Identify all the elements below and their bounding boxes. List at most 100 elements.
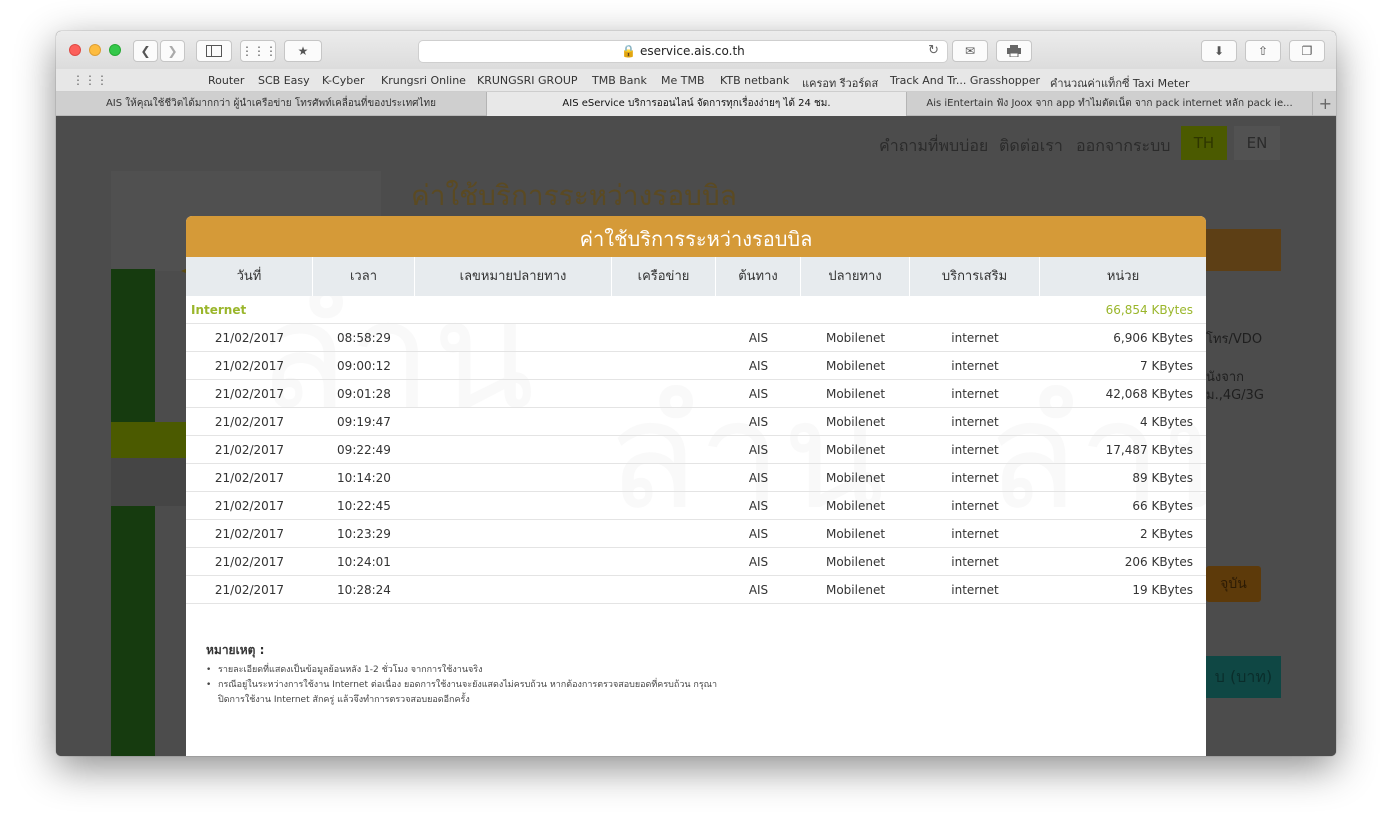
table-header: วันที่ เวลา เลขหมายปลายทาง เครือข่าย ต้น…: [186, 257, 1206, 296]
table-row: 21/02/2017 09:00:12 AIS Mobilenet internet 7 …: [186, 352, 1206, 380]
cell-origin: AIS: [748, 527, 769, 541]
envelope-icon: ✉: [964, 44, 976, 58]
modal-header: ค่าใช้บริการระหว่างรอบบิล: [186, 216, 1206, 257]
favorite-link[interactable]: SCB Easy: [258, 74, 310, 87]
close-window-button[interactable]: [69, 44, 81, 56]
cell-destination: Mobilenet: [825, 443, 886, 457]
column-header-unit: หน่วย: [1106, 269, 1140, 284]
cell-number: [415, 408, 612, 436]
cell-service: internet: [951, 359, 999, 373]
cell-time: 10:22:45: [337, 499, 391, 513]
favorite-link[interactable]: Krungsri Online: [381, 74, 466, 87]
mail-button[interactable]: ✉: [952, 40, 988, 62]
cell-network: [612, 352, 716, 380]
cell-number: [415, 520, 612, 548]
note-text: รายละเอียดที่แสดงเป็นข้อมูลย้อนหลัง 1-2 …: [218, 665, 483, 675]
cell-service: internet: [951, 583, 999, 597]
reload-icon[interactable]: ↻: [928, 43, 939, 58]
faq-link[interactable]: คำถามที่พบบ่อย: [879, 134, 988, 159]
favorites-bar: ⋮⋮⋮ Router SCB Easy K-Cyber Krungsri Onl…: [56, 69, 1336, 92]
usage-modal: ลำน ลำน ลำน ค่าใช้บริการระหว่างรอบบิล วั…: [186, 216, 1206, 756]
right-action-button[interactable]: จุบัน: [1206, 566, 1261, 602]
cell-network: [612, 576, 716, 604]
address-bar[interactable]: 🔒 eservice.ais.co.th ↻: [418, 40, 948, 63]
table-row: 21/02/2017 09:19:47 AIS Mobilenet internet 4 …: [186, 408, 1206, 436]
sidebar-icon: [206, 45, 222, 57]
minimize-window-button[interactable]: [89, 44, 101, 56]
cell-date: 21/02/2017: [214, 387, 285, 401]
table-row: 21/02/2017 10:14:20 AIS Mobilenet internet 89…: [186, 464, 1206, 492]
lang-en-button[interactable]: EN: [1234, 126, 1280, 160]
cell-service: internet: [951, 443, 999, 457]
cell-date: 21/02/2017: [214, 583, 285, 597]
maximize-window-button[interactable]: [109, 44, 121, 56]
downloads-button[interactable]: ⬇: [1201, 40, 1237, 62]
browser-tab[interactable]: AIS ให้คุณใช้ชีวิตได้มากกว่า ผู้นำเครือข…: [56, 92, 487, 116]
favorites-grid-icon[interactable]: ⋮⋮⋮: [72, 73, 108, 87]
cell-origin: AIS: [748, 499, 769, 513]
cell-origin: AIS: [748, 555, 769, 569]
cell-unit: 66 KBytes: [1132, 499, 1193, 513]
cell-service: internet: [951, 331, 999, 345]
favorite-link[interactable]: Track And Tr... Grasshopper: [890, 74, 1040, 87]
cell-destination: Mobilenet: [825, 415, 886, 429]
cell-number: [415, 324, 612, 352]
note-text: กรณีอยู่ในระหว่างการใช้งาน Internet ต่อเ…: [218, 680, 718, 705]
favorite-link[interactable]: คำนวณค่าแท็กซี่ Taxi Meter: [1050, 74, 1190, 92]
cell-destination: Mobilenet: [825, 555, 886, 569]
favorite-link[interactable]: Me TMB: [661, 74, 705, 87]
group-total: 66,854 KBytes: [1105, 303, 1193, 317]
cell-time: 09:00:12: [337, 359, 391, 373]
tabs-overview-button[interactable]: ❐: [1289, 40, 1325, 62]
favorite-link[interactable]: แครอท รีวอร์ดส: [802, 74, 878, 92]
cell-time: 10:23:29: [337, 527, 391, 541]
right-text: ม.,4G/3G: [1206, 388, 1264, 403]
favorite-link[interactable]: TMB Bank: [592, 74, 647, 87]
cell-destination: Mobilenet: [825, 331, 886, 345]
chevron-left-icon: ❮: [140, 44, 151, 58]
cell-destination: Mobilenet: [825, 499, 886, 513]
back-button[interactable]: ❮: [133, 40, 158, 62]
logout-link[interactable]: ออกจากระบบ: [1076, 134, 1170, 159]
column-header-time: เวลา: [313, 257, 415, 296]
cell-date: 21/02/2017: [214, 499, 285, 513]
download-icon: ⬇: [1213, 44, 1225, 58]
contact-link[interactable]: ติดต่อเรา: [999, 134, 1063, 159]
sidebar-toggle-button[interactable]: [196, 40, 232, 62]
favorite-link[interactable]: KTB netbank: [720, 74, 789, 87]
top-sites-button[interactable]: ⋮⋮⋮: [240, 40, 277, 62]
cell-unit: 19 KBytes: [1132, 583, 1193, 597]
cell-unit: 4 KBytes: [1140, 415, 1193, 429]
cell-network: [612, 324, 716, 352]
cell-time: 09:19:47: [337, 415, 391, 429]
cell-origin: AIS: [748, 359, 769, 373]
cell-network: [612, 436, 716, 464]
print-button[interactable]: [996, 40, 1032, 62]
note-item: • กรณีอยู่ในระหว่างการใช้งาน Internet ต่อ…: [206, 680, 718, 705]
cell-destination: Mobilenet: [825, 471, 886, 485]
cell-unit: 7 KBytes: [1140, 359, 1193, 373]
share-button[interactable]: ⇧: [1245, 40, 1281, 62]
cell-service: internet: [951, 527, 999, 541]
favorite-link[interactable]: K-Cyber: [322, 74, 365, 87]
lock-icon: 🔒: [621, 44, 637, 58]
right-teal-header: บ (บาท): [1206, 656, 1281, 698]
cell-origin: AIS: [748, 331, 769, 345]
browser-tab[interactable]: Ais iEntertain ฟัง Joox จาก app ทำไมตัดเ…: [907, 92, 1313, 116]
group-label: Internet: [191, 303, 247, 317]
chevron-right-icon: ❯: [167, 44, 178, 58]
cell-destination: Mobilenet: [825, 359, 886, 373]
favorite-link[interactable]: Router: [208, 74, 244, 87]
forward-button[interactable]: ❯: [160, 40, 185, 62]
bookmark-button[interactable]: ★: [284, 40, 322, 62]
cell-network: [612, 548, 716, 576]
sidebar: [111, 269, 155, 756]
group-row: Internet 66,854 KBytes: [186, 296, 1206, 324]
lang-th-button[interactable]: TH: [1181, 126, 1227, 160]
favorite-link[interactable]: KRUNGSRI GROUP: [477, 74, 578, 87]
new-tab-icon[interactable]: +: [1319, 94, 1332, 113]
cell-origin: AIS: [748, 471, 769, 485]
browser-tab-active[interactable]: AIS eService บริการออนไลน์ จัดการทุกเรื่…: [487, 92, 907, 116]
cell-time: 08:58:29: [337, 331, 391, 345]
page-background: คำถามที่พบบ่อย ติดต่อเรา ออกจากระบบ TH E…: [56, 116, 1336, 756]
